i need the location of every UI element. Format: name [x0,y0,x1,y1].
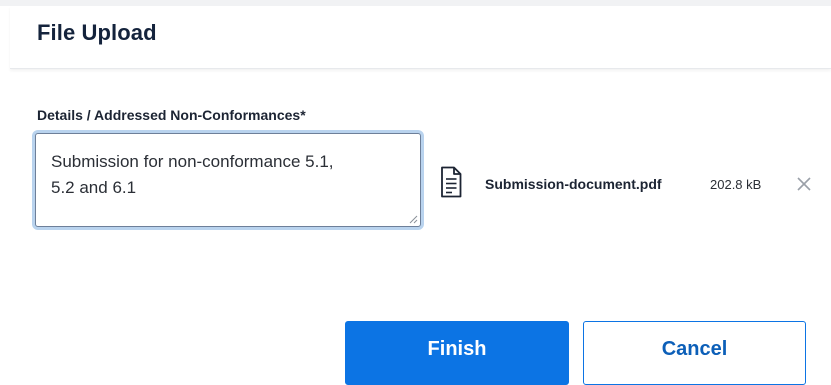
dialog-title: File Upload [37,20,157,45]
details-textarea-wrapper [35,133,421,227]
page: File Upload Details / Addressed Non-Conf… [0,0,831,385]
attached-file-size: 202.8 kB [710,177,762,192]
details-textarea[interactable] [36,134,420,226]
resize-handle-icon[interactable] [408,214,418,224]
attached-file-name: Submission-document.pdf [485,176,662,192]
document-icon [441,166,462,198]
cancel-button[interactable]: Cancel [583,321,806,385]
finish-button[interactable]: Finish [345,321,569,385]
dialog-header: File Upload [10,6,831,69]
close-icon[interactable] [796,176,812,192]
details-field-label: Details / Addressed Non-Conformances* [37,107,306,123]
